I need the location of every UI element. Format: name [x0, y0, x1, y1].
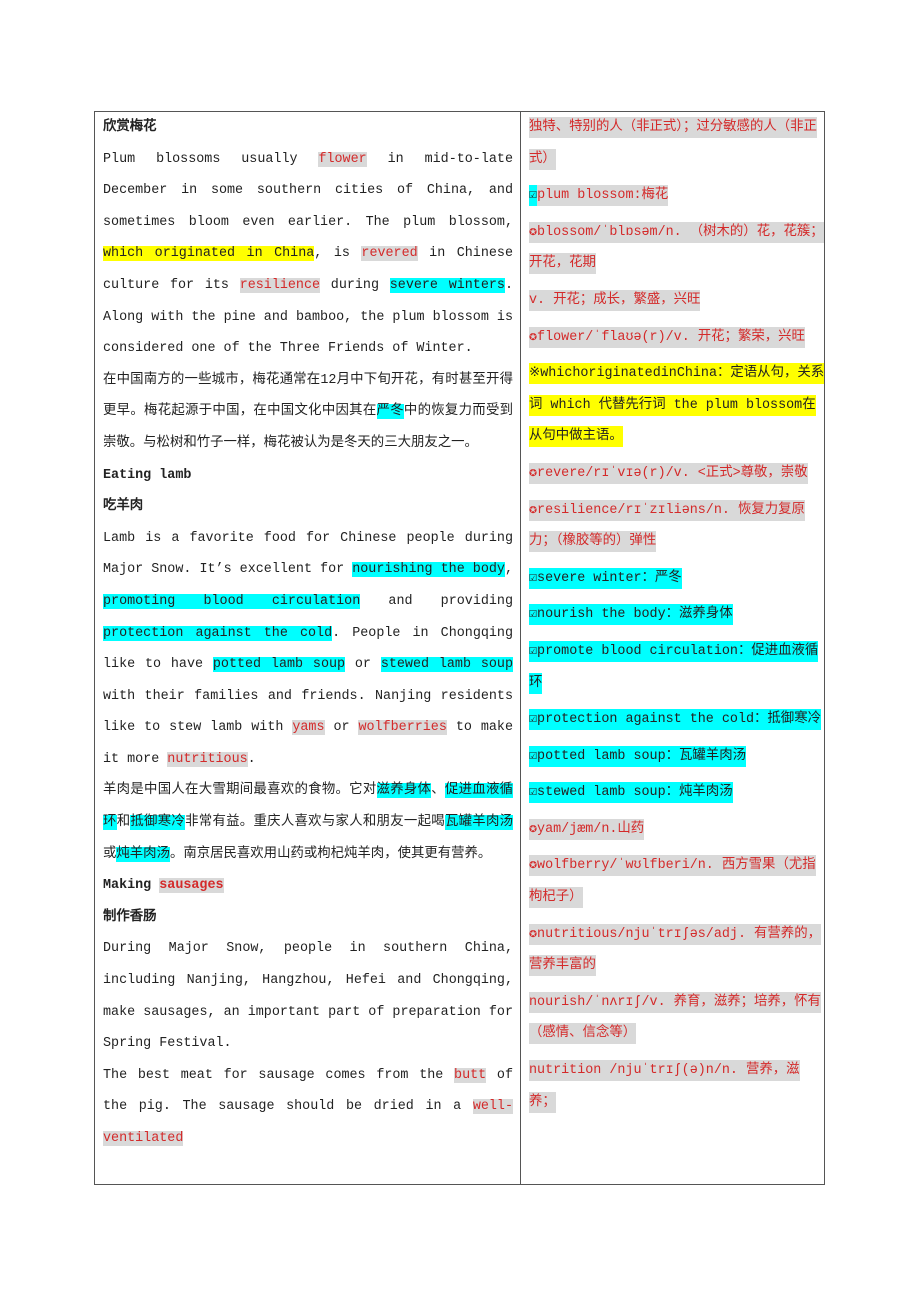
highlighted-text: ✪resilience/rɪˈzɪliəns/n. 恢复力复原力；（橡胶等的）弹…	[529, 499, 805, 553]
passage-paragraph: The best meat for sausage comes from the…	[103, 1060, 513, 1155]
vocab-note: ✪flower/ˈflaʊə(r)/v. 开花；繁荣，兴旺	[529, 322, 824, 354]
passage-paragraph: Plum blossoms usually flower in mid-to-l…	[103, 144, 513, 365]
vocab-note: ☑promote blood circulation：促进血液循环	[529, 636, 824, 699]
vocab-note: v. 开花；成长，繁盛，兴旺	[529, 285, 824, 317]
column-divider	[520, 112, 521, 1184]
vocab-note: ✪revere/rɪˈvɪə(r)/v. <正式>尊敬，崇敬	[529, 458, 824, 490]
passage-column: 欣赏梅花 Plum blossoms usually flower in mid-…	[103, 112, 514, 1155]
vocab-note: ✪yam/jæm/n.山药	[529, 814, 824, 846]
text-run: The best meat for sausage comes from the	[103, 1067, 455, 1083]
highlighted-text: plum blossom:梅花	[537, 185, 669, 207]
highlighted-text: ☑nourish the body：滋养身体	[529, 604, 733, 626]
highlighted-text: ✪yam/jæm/n.山药	[529, 818, 645, 840]
highlighted-text: severe winters	[389, 277, 505, 293]
vocab-note: 独特、特别的人（非正式）；过分敏感的人（非正式）	[529, 112, 824, 175]
passage-paragraph: 欣赏梅花	[103, 112, 513, 144]
text-run: or	[345, 657, 381, 673]
highlighted-text: nourishing the body	[352, 562, 505, 578]
highlighted-text: Making	[103, 878, 160, 894]
highlighted-text: promoting blood circulation	[103, 593, 361, 609]
text-run: ,	[504, 562, 513, 578]
vocab-note: ✪wolfberry/ˈwʊlfberi/n. 西方雪果（尤指枸杞子）	[529, 850, 824, 913]
text-run: 、	[431, 783, 445, 799]
highlighted-text: v. 开花；成长，繁盛，兴旺	[529, 289, 701, 311]
vocab-note: ☑severe winter：严冬	[529, 563, 824, 595]
highlighted-text: yams	[292, 720, 325, 736]
highlighted-text: ✪nutritious/njuˈtrɪʃəs/adj. 有营养的，营养丰富的	[529, 923, 821, 977]
highlighted-text: nourish/ˈnʌrɪʃ/v. 养育，滋养；培养，怀有（感情、信念等）	[529, 991, 821, 1045]
notes-column: 独特、特别的人（非正式）；过分敏感的人（非正式） ☑plum blossom:梅花…	[529, 112, 824, 1123]
highlighted-text: 欣赏梅花	[103, 120, 157, 135]
passage-paragraph: During Major Snow, people in southern Ch…	[103, 933, 513, 1059]
highlighted-text: ✪blossom/ˈblɒsəm/n. （树木的）花，花簇；开花，花期	[529, 221, 824, 275]
text-run: 和	[116, 815, 131, 831]
highlighted-text: flower	[318, 151, 367, 167]
text-run: 非常有益。重庆人喜欢与家人和朋友一起喝	[185, 815, 445, 831]
highlighted-text: Eating lamb	[103, 467, 192, 483]
highlighted-text: ※whichoriginatedinChina：定语从句，关系词 which 代…	[529, 363, 824, 448]
text-run: .	[247, 751, 256, 767]
highlighted-text: potted lamb soup	[212, 657, 346, 673]
highlighted-text: 抵御寒冷	[130, 815, 186, 831]
highlighted-text: 严冬	[376, 404, 404, 420]
vocab-note: ☑nourish the body：滋养身体	[529, 599, 824, 631]
highlighted-text: 制作香肠	[103, 909, 157, 925]
highlighted-text: ✪revere/rɪˈvɪə(r)/v. <正式>尊敬，崇敬	[529, 462, 808, 484]
highlighted-text: nutritious	[167, 751, 248, 767]
highlighted-text: sausages	[159, 878, 224, 894]
highlighted-text: 吃羊肉	[103, 499, 144, 515]
passage-paragraph: Making sausages	[103, 870, 513, 902]
vocab-note: ✪blossom/ˈblɒsəm/n. （树木的）花，花簇；开花，花期	[529, 217, 824, 280]
passage-paragraph: Eating lamb	[103, 460, 513, 492]
vocab-note: ☑stewed lamb soup：炖羊肉汤	[529, 777, 824, 809]
text-run: during	[320, 277, 390, 293]
text-run: Plum blossoms usually	[103, 151, 319, 167]
highlighted-text: ✪flower/ˈflaʊə(r)/v. 开花；繁荣，兴旺	[529, 326, 805, 348]
highlighted-text: 炖羊肉汤	[116, 846, 170, 862]
highlighted-text: ☑	[529, 185, 538, 207]
highlighted-text: ☑potted lamb soup：瓦罐羊肉汤	[529, 745, 746, 767]
vocabulary-table: 欣赏梅花 Plum blossoms usually flower in mid-…	[94, 111, 825, 1185]
highlighted-text: ☑protection against the cold：抵御寒冷	[529, 709, 821, 731]
vocab-note: ☑plum blossom:梅花	[529, 180, 824, 212]
text-run: , is	[314, 246, 362, 262]
passage-paragraph: 制作香肠	[103, 902, 513, 934]
vocab-note: ※whichoriginatedinChina：定语从句，关系词 which 代…	[529, 358, 824, 453]
highlighted-text: revered	[361, 246, 418, 262]
text-run: or	[324, 720, 359, 736]
vocab-note: ☑potted lamb soup：瓦罐羊肉汤	[529, 741, 824, 773]
text-run: 。南京居民喜欢用山药或枸杞炖羊肉，使其更有营养。	[169, 846, 492, 862]
vocab-note: nourish/ˈnʌrɪʃ/v. 养育，滋养；培养，怀有（感情、信念等）	[529, 987, 824, 1050]
vocab-note: nutrition /njuˈtrɪʃ(ə)n/n. 营养，滋养；	[529, 1055, 824, 1118]
text-run: During Major Snow, people in southern Ch…	[103, 941, 513, 1052]
text-run: and providing	[360, 593, 513, 609]
highlighted-text: ✪wolfberry/ˈwʊlfberi/n. 西方雪果（尤指枸杞子）	[529, 855, 816, 909]
highlighted-text: butt	[454, 1067, 487, 1083]
text-run: 或	[103, 846, 117, 862]
highlighted-text: ☑severe winter：严冬	[529, 567, 682, 589]
passage-paragraph: 吃羊肉	[103, 491, 513, 523]
text-run: 羊肉是中国人在大雪期间最喜欢的食物。它对	[103, 783, 377, 799]
passage-paragraph: 在中国南方的一些城市，梅花通常在12月中下旬开花，有时甚至开得更早。梅花起源于中…	[103, 365, 513, 460]
highlighted-text: ☑promote blood circulation：促进血液循环	[529, 640, 819, 694]
highlighted-text: 瓦罐羊肉汤	[444, 815, 514, 831]
highlighted-text: 独特、特别的人（非正式）；过分敏感的人（非正式）	[529, 117, 817, 170]
vocab-note: ✪nutritious/njuˈtrɪʃəs/adj. 有营养的，营养丰富的	[529, 919, 824, 982]
highlighted-text: nutrition /njuˈtrɪʃ(ə)n/n. 营养，滋养；	[529, 1060, 800, 1113]
vocab-note: ☑protection against the cold：抵御寒冷	[529, 704, 824, 736]
passage-paragraph: Lamb is a favorite food for Chinese peop…	[103, 523, 513, 776]
highlighted-text: ☑stewed lamb soup：炖羊肉汤	[529, 782, 733, 804]
passage-paragraph: 羊肉是中国人在大雪期间最喜欢的食物。它对滋养身体、促进血液循环和抵御寒冷非常有益…	[103, 775, 514, 870]
highlighted-text: resilience	[239, 277, 321, 293]
highlighted-text: 滋养身体	[376, 783, 432, 799]
highlighted-text: stewed lamb soup	[380, 657, 513, 673]
highlighted-text: protection against the cold	[103, 625, 333, 641]
vocab-note: ✪resilience/rɪˈzɪliəns/n. 恢复力复原力；（橡胶等的）弹…	[529, 495, 824, 558]
highlighted-text: wolfberries	[358, 720, 447, 736]
highlighted-text: which originated in China	[103, 246, 315, 262]
